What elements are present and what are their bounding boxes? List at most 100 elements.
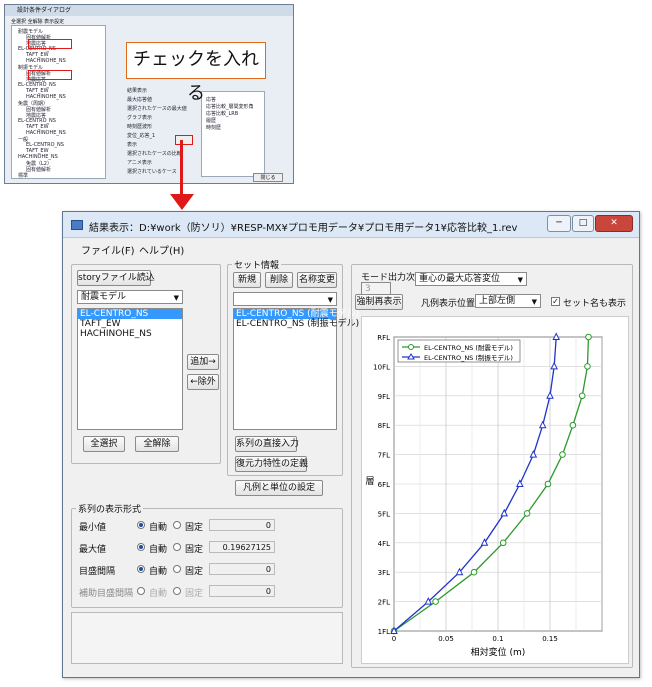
chevron-down-icon: ▼ xyxy=(173,294,179,302)
result-window: 結果表示：D:¥work（防ソリ）¥RESP-MX¥プロモ用データ¥プロモ用デー… xyxy=(62,211,640,678)
menu-file[interactable]: ファイル(F) xyxy=(81,242,135,257)
auto-radio-label: 自動 xyxy=(149,545,168,555)
legend-position-combo[interactable]: 上部左側 ▼ xyxy=(475,294,541,308)
fixed-radio-label: 固定 xyxy=(185,589,204,599)
data-point xyxy=(523,510,531,517)
fixed-radio[interactable] xyxy=(173,521,181,529)
fixed-radio[interactable] xyxy=(173,565,181,573)
y-axis-label: 層 xyxy=(365,476,374,487)
chevron-down-icon: ▼ xyxy=(531,298,537,306)
set-combo[interactable]: ▼ xyxy=(233,292,337,306)
list-item[interactable]: HACHINOHE_NS xyxy=(78,329,182,339)
menu-help[interactable]: ヘルプ(H) xyxy=(139,242,184,257)
value-field[interactable]: 0 xyxy=(209,563,275,575)
x-tick-label: 0.15 xyxy=(542,635,558,643)
set-name-label: セット名も表示 xyxy=(563,299,627,309)
case-list[interactable]: EL-CENTRO_NS TAFT_EW HACHINOHE_NS xyxy=(77,308,183,430)
set-name-checkbox[interactable]: ✓ xyxy=(551,297,560,306)
arrow-shaft xyxy=(180,140,183,198)
data-point xyxy=(578,392,586,400)
y-tick-label: 1FL xyxy=(378,628,390,636)
thumb-panel-line: グラフ表示 xyxy=(127,115,153,121)
thumb-red-box-2 xyxy=(28,70,72,80)
data-point xyxy=(544,480,552,488)
model-combo[interactable]: 耐震モデル ▼ xyxy=(77,290,183,304)
legend-unit-button[interactable]: 凡例と単位の設定 xyxy=(235,480,323,496)
auto-radio[interactable] xyxy=(137,587,145,595)
value-field[interactable]: 0.19627125 xyxy=(209,541,275,553)
thumb-right-list: 応答 応答比較_層間変形角 応答比較_LRB 履歴 時刻歴 xyxy=(201,91,265,177)
list-item[interactable]: EL-CENTRO_NS xyxy=(78,309,182,319)
title-bar: 結果表示：D:¥work（防ソリ）¥RESP-MX¥プロモ用データ¥プロモ用デー… xyxy=(63,212,639,238)
list-item[interactable]: TAFT_EW xyxy=(78,319,182,329)
new-button[interactable]: 新規 xyxy=(233,272,261,288)
auto-radio-label: 自動 xyxy=(149,523,168,533)
x-tick-label: 0.1 xyxy=(492,635,503,643)
rename-button[interactable]: 名称変更 xyxy=(297,272,337,288)
thumb-red-box-1 xyxy=(28,39,72,49)
clear-all-button[interactable]: 全解除 xyxy=(135,436,179,452)
mode-spin-value: 3 xyxy=(365,284,371,294)
set-list[interactable]: EL-CENTRO_NS (耐震モデル) EL-CENTRO_NS (制振モデル… xyxy=(233,308,359,430)
maximize-button[interactable]: □ xyxy=(572,215,594,232)
direct-input-button[interactable]: 系列の直接入力 xyxy=(235,436,299,452)
close-button[interactable]: ✕ xyxy=(595,215,633,232)
legend-marker xyxy=(408,344,414,350)
thumb-panel-line: 変位_応答_1 xyxy=(127,133,156,139)
auto-radio[interactable] xyxy=(137,521,145,529)
response-type-combo[interactable]: 重心の最大応答変位 ▼ xyxy=(415,272,527,286)
minimize-button[interactable]: ─ xyxy=(547,215,571,232)
add-button[interactable]: 追加→ xyxy=(187,354,219,370)
remove-button[interactable]: ←除外 xyxy=(187,374,219,390)
y-tick-label: 7FL xyxy=(378,452,390,460)
auto-radio-label: 自動 xyxy=(149,567,168,577)
auto-radio[interactable] xyxy=(137,543,145,551)
thumb-right-line: 時刻歴 xyxy=(206,125,222,131)
thumb-highlight-button xyxy=(175,135,193,145)
data-point xyxy=(585,333,592,341)
response-type-value: 重心の最大応答変位 xyxy=(419,274,501,284)
redraw-button[interactable]: 強制再表示 xyxy=(355,294,403,310)
thumb-right-line: 応答 xyxy=(206,97,217,103)
value-field[interactable]: 0 xyxy=(209,519,275,531)
x-tick-label: 0 xyxy=(392,635,396,643)
set-info-label: セット情報 xyxy=(232,258,282,271)
thumb-close-button: 閉じる xyxy=(253,173,283,182)
y-tick-label: 2FL xyxy=(378,599,390,607)
window-title: 結果表示：D:¥work（防ソリ）¥RESP-MX¥プロモ用データ¥プロモ用デー… xyxy=(89,223,518,234)
x-axis-label: 相対変位 (m) xyxy=(471,646,526,658)
callout-label: チェックを入れる xyxy=(126,42,266,104)
legend-label: EL-CENTRO_NS (制振モデル) xyxy=(424,353,513,362)
auto-radio[interactable] xyxy=(137,565,145,573)
value-field[interactable]: 0 xyxy=(209,585,275,597)
chart-svg: 1FL 2FL 3FL 4FL 5FL 6FL 7FL 8FL 9FL 10FL RFL 0 0.05 0… xyxy=(365,332,603,658)
select-all-button[interactable]: 全選択 xyxy=(83,436,125,452)
thumb-right-line: 履歴 xyxy=(206,118,217,124)
chart-area: 1FL 2FL 3FL 4FL 5FL 6FL 7FL 8FL 9FL 10FL RFL 0 0.05 0… xyxy=(361,316,629,664)
story-load-button[interactable]: storyファイル読込 xyxy=(77,270,155,286)
thumb-titlebar: 設計条件ダイアログ xyxy=(5,5,293,16)
thumb-panel-line: 選択されているケース xyxy=(127,169,177,175)
auto-radio-label: 自動 xyxy=(149,589,168,599)
chevron-down-icon: ▼ xyxy=(327,296,333,304)
y-tick-label: RFL xyxy=(377,334,390,342)
delete-button[interactable]: 削除 xyxy=(265,272,293,288)
list-item[interactable]: EL-CENTRO_NS (耐震モデル) xyxy=(234,309,359,319)
thumb-tree-item: HACHINOHE_NS xyxy=(26,130,66,136)
data-point xyxy=(584,363,591,370)
list-item[interactable]: EL-CENTRO_NS (制振モデル) xyxy=(234,319,359,329)
fixed-radio[interactable] xyxy=(173,543,181,551)
data-point xyxy=(559,451,566,458)
y-tick-label: 10FL xyxy=(373,363,390,371)
thumb-panel-line: 表示 xyxy=(127,142,138,148)
format-row-label: 補助目盛間隔 xyxy=(79,589,134,599)
thumb-panel-line: アニメ表示 xyxy=(127,160,152,166)
thumb-tabs: 全選択 全解除 表示設定 xyxy=(11,19,65,25)
thumb-panel-line: 選択されたケースの最大値 xyxy=(127,106,187,112)
y-tick-label: 4FL xyxy=(378,540,390,548)
model-combo-value: 耐震モデル xyxy=(81,292,127,302)
restoring-force-button[interactable]: 復元力特性の定義 xyxy=(235,456,308,472)
data-point xyxy=(432,598,439,605)
fixed-radio[interactable] xyxy=(173,587,181,595)
chevron-down-icon: ▼ xyxy=(517,276,523,284)
